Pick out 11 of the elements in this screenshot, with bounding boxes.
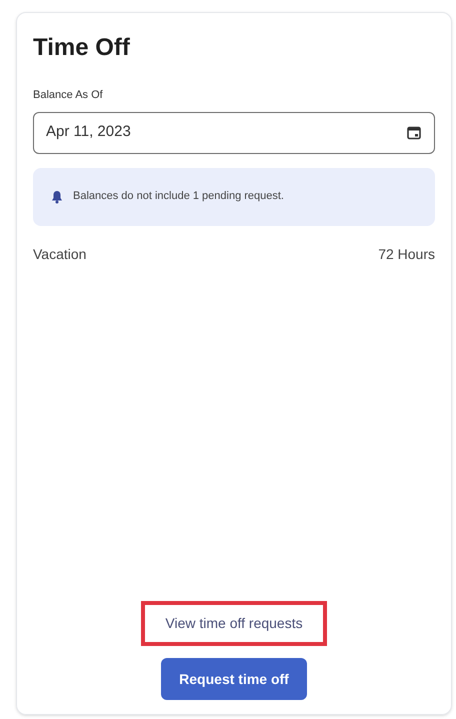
notice-text: Balances do not include 1 pending request.: [73, 189, 284, 204]
bell-icon: [51, 190, 63, 204]
view-requests-link[interactable]: View time off requests: [141, 601, 327, 646]
balance-amount: 72 Hours: [378, 244, 435, 264]
request-time-off-button[interactable]: Request time off: [161, 658, 307, 700]
balance-name: Vacation: [33, 244, 86, 264]
date-value[interactable]: Apr 11, 2023: [46, 121, 406, 144]
date-field[interactable]: Apr 11, 2023: [33, 112, 435, 154]
field-label: Balance As Of: [33, 88, 104, 103]
calendar-icon[interactable]: [406, 124, 422, 140]
card-title: Time Off: [33, 33, 131, 63]
